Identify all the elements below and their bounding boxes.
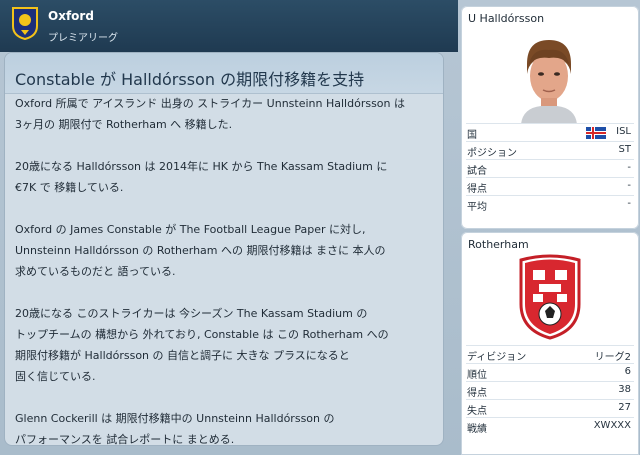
stat-label: 失点: [467, 406, 487, 417]
club-name[interactable]: Oxford: [48, 9, 94, 23]
player-name[interactable]: U Halldórsson: [468, 12, 544, 25]
rotherham-badge-icon[interactable]: [517, 254, 583, 340]
club-name-title[interactable]: Rotherham: [468, 238, 529, 251]
stat-value: XWXXX: [593, 420, 631, 431]
stat-label: 順位: [467, 370, 487, 381]
club-stat-row: 失点 27: [466, 399, 634, 417]
news-line: 3ヶ月の 期限付で Rotherham へ 移籍した.: [15, 118, 233, 131]
player-panel: U Halldórsson 国 ISL ポジション ST 試合 - 得点 - 平: [461, 6, 639, 229]
stat-value[interactable]: リーグ2: [595, 348, 631, 363]
stat-label: 得点: [467, 388, 487, 399]
news-line: Oxford 所属で アイスランド 出身の ストライカー Unnsteinn H…: [15, 97, 406, 110]
stat-value: 6: [624, 366, 631, 377]
player-portrait-icon[interactable]: [513, 34, 585, 124]
news-line: トップチームの 構想から 外れており, Constable は この Rothe…: [15, 328, 389, 341]
news-line: Glenn Cockerill は 期限付移籍中の Unnsteinn Hall…: [15, 412, 335, 425]
stat-value: -: [627, 180, 631, 191]
stat-value: -: [627, 162, 631, 173]
stat-value: 27: [618, 402, 631, 413]
player-stat-row: ポジション ST: [466, 141, 634, 159]
player-stat-row: 得点 -: [466, 177, 634, 195]
stat-label: ディビジョン: [467, 352, 527, 363]
stat-value[interactable]: ISL: [616, 126, 631, 137]
club-stat-row: 順位 6: [466, 363, 634, 381]
news-panel: Constable が Halldórsson の期限付移籍を支持 Oxford…: [4, 52, 444, 446]
league-name[interactable]: プレミアリーグ: [48, 29, 118, 44]
news-line: 固く信じている.: [15, 370, 96, 383]
club-header: Oxford プレミアリーグ: [0, 0, 458, 52]
news-line: 求めているものだと 語っている.: [15, 265, 176, 278]
stat-value: ST: [618, 144, 631, 155]
iceland-flag-icon: [586, 127, 606, 139]
player-stat-row: 国 ISL: [466, 123, 634, 141]
stat-label: 平均: [467, 202, 487, 213]
player-stat-row: 平均 -: [466, 195, 634, 213]
stat-label: 試合: [467, 166, 487, 177]
news-paragraph: 20歳になる Halldórsson は 2014年に HK から The Ka…: [15, 156, 435, 198]
news-title: Constable が Halldórsson の期限付移籍を支持: [15, 70, 365, 89]
news-line: Oxford の James Constable が The Football …: [15, 223, 366, 236]
club-stat-row: ディビジョン リーグ2: [466, 345, 634, 363]
news-line: Unnsteinn Halldórsson の Rotherham への 期限付…: [15, 244, 386, 257]
news-paragraph: Oxford の James Constable が The Football …: [15, 219, 435, 282]
news-line: €7K で 移籍している.: [15, 181, 124, 194]
news-line: 20歳になる このストライカーは 今シーズン The Kassam Stadiu…: [15, 307, 368, 320]
stat-label: 国: [467, 130, 477, 141]
news-paragraph: Glenn Cockerill は 期限付移籍中の Unnsteinn Hall…: [15, 408, 435, 446]
club-panel: Rotherham ディビジョン リーグ2 順位 6 得点 38 失点 27 戦…: [461, 232, 639, 455]
news-paragraph: Oxford 所属で アイスランド 出身の ストライカー Unnsteinn H…: [15, 93, 435, 135]
stat-value: 38: [618, 384, 631, 395]
club-stat-row: 戦績 XWXXX: [466, 417, 634, 435]
stat-label: ポジション: [467, 148, 517, 159]
oxford-crest-icon[interactable]: [12, 6, 38, 40]
player-stat-row: 試合 -: [466, 159, 634, 177]
news-body: Oxford 所属で アイスランド 出身の ストライカー Unnsteinn H…: [15, 93, 435, 446]
news-line: 20歳になる Halldórsson は 2014年に HK から The Ka…: [15, 160, 388, 173]
news-line: パフォーマンスを 試合レポートに まとめる.: [15, 433, 235, 446]
club-stat-row: 得点 38: [466, 381, 634, 399]
news-line: 期限付移籍が Halldórsson の 自信と調子に 大きな プラスになると: [15, 349, 350, 362]
stat-label: 戦績: [467, 424, 487, 435]
stat-value: -: [627, 198, 631, 209]
stat-label: 得点: [467, 184, 487, 195]
news-paragraph: 20歳になる このストライカーは 今シーズン The Kassam Stadiu…: [15, 303, 435, 387]
